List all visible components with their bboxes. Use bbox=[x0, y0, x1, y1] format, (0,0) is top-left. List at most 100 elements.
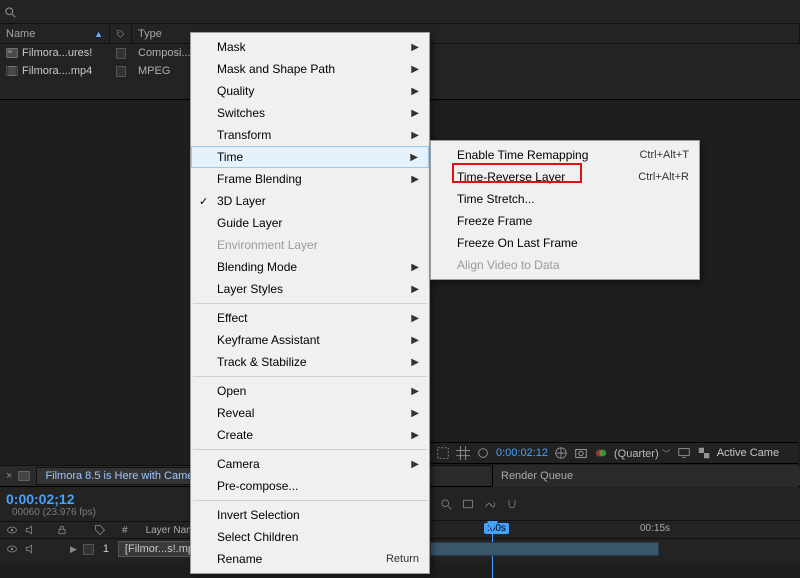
submenu-arrow-icon: ▶ bbox=[411, 42, 419, 53]
tag-icon[interactable] bbox=[94, 524, 106, 536]
menu-separator bbox=[193, 449, 427, 450]
column-name-label: Name bbox=[6, 28, 35, 40]
menu-mask-shape-path[interactable]: Mask and Shape Path▶ bbox=[191, 58, 429, 80]
submenu-arrow-icon: ▶ bbox=[411, 174, 419, 185]
ruler-tick: 00:15s bbox=[640, 523, 670, 534]
render-queue-tab[interactable]: Render Queue bbox=[501, 470, 573, 482]
menu-select-children[interactable]: Select Children bbox=[191, 526, 429, 548]
submenu-arrow-icon: ▶ bbox=[411, 130, 419, 141]
channels-icon[interactable] bbox=[594, 446, 608, 460]
submenu-freeze-frame[interactable]: Freeze Frame bbox=[431, 210, 699, 232]
display-icon[interactable] bbox=[677, 446, 691, 460]
menu-layer-styles[interactable]: Layer Styles▶ bbox=[191, 278, 429, 300]
tag-swatch[interactable] bbox=[116, 48, 126, 59]
submenu-arrow-icon: ▶ bbox=[411, 335, 419, 346]
submenu-arrow-icon: ▶ bbox=[411, 284, 419, 295]
menu-time[interactable]: Time▶ bbox=[191, 146, 429, 168]
graph-editor-icon[interactable] bbox=[484, 498, 496, 510]
menu-3d-layer[interactable]: ✓3D Layer bbox=[191, 190, 429, 212]
submenu-arrow-icon: ▶ bbox=[411, 108, 419, 119]
menu-keyframe-assistant[interactable]: Keyframe Assistant▶ bbox=[191, 329, 429, 351]
ruler-tick-current: :00s bbox=[484, 523, 509, 534]
composition-icon bbox=[18, 470, 30, 482]
project-search-input[interactable] bbox=[20, 5, 180, 19]
layer-color-swatch[interactable] bbox=[83, 544, 94, 555]
menu-invert-selection[interactable]: Invert Selection bbox=[191, 504, 429, 526]
column-type-label: Type bbox=[138, 28, 162, 40]
submenu-arrow-icon: ▶ bbox=[411, 408, 419, 419]
menu-track-stabilize[interactable]: Track & Stabilize▶ bbox=[191, 351, 429, 373]
menu-transform[interactable]: Transform▶ bbox=[191, 124, 429, 146]
asset-type: MPEG bbox=[132, 65, 176, 77]
timeline-right-pane: :00s 00:15s bbox=[430, 487, 800, 561]
menu-effect[interactable]: Effect▶ bbox=[191, 307, 429, 329]
track-area[interactable] bbox=[430, 539, 800, 561]
composition-icon bbox=[6, 47, 18, 59]
viewer-controls: 0:00:02:12 (Quarter) ﹀ Active Came bbox=[430, 442, 798, 464]
tag-icon bbox=[116, 29, 125, 39]
roi-icon[interactable] bbox=[436, 446, 450, 460]
menu-camera[interactable]: Camera▶ bbox=[191, 453, 429, 475]
layer-context-menu: Mask▶ Mask and Shape Path▶ Quality▶ Swit… bbox=[190, 32, 430, 574]
fps-readout: 00060 (23.976 fps) bbox=[12, 507, 96, 518]
asset-type: Composi... bbox=[132, 47, 197, 59]
menu-reveal[interactable]: Reveal▶ bbox=[191, 402, 429, 424]
time-submenu: Enable Time RemappingCtrl+Alt+T Time-Rev… bbox=[430, 140, 700, 280]
layer-clip-bar[interactable] bbox=[430, 542, 659, 556]
speaker-icon[interactable] bbox=[24, 524, 36, 536]
column-tag[interactable] bbox=[110, 24, 132, 43]
active-camera-dropdown[interactable]: Active Came bbox=[717, 447, 779, 459]
column-name[interactable]: Name ▲ bbox=[0, 24, 110, 43]
menu-frame-blending[interactable]: Frame Blending▶ bbox=[191, 168, 429, 190]
shortcut-label: Return bbox=[386, 553, 419, 565]
submenu-freeze-last-frame[interactable]: Freeze On Last Frame bbox=[431, 232, 699, 254]
check-icon: ✓ bbox=[199, 195, 208, 208]
menu-separator bbox=[193, 376, 427, 377]
menu-environment-layer: Environment Layer bbox=[191, 234, 429, 256]
submenu-time-stretch[interactable]: Time Stretch... bbox=[431, 188, 699, 210]
menu-separator bbox=[193, 303, 427, 304]
transparency-icon[interactable] bbox=[697, 446, 711, 460]
video-file-icon bbox=[6, 65, 18, 77]
submenu-enable-time-remapping[interactable]: Enable Time RemappingCtrl+Alt+T bbox=[431, 144, 699, 166]
viewer-timecode[interactable]: 0:00:02:12 bbox=[496, 447, 548, 459]
menu-switches[interactable]: Switches▶ bbox=[191, 102, 429, 124]
submenu-arrow-icon: ▶ bbox=[411, 386, 419, 397]
submenu-arrow-icon: ▶ bbox=[411, 313, 419, 324]
layer-index: 1 bbox=[100, 543, 112, 555]
submenu-arrow-icon: ▶ bbox=[411, 64, 419, 75]
menu-precompose[interactable]: Pre-compose... bbox=[191, 475, 429, 497]
grid-icon[interactable] bbox=[456, 446, 470, 460]
composition-tab[interactable]: Filmora 8.5 is Here with Came bbox=[36, 467, 202, 485]
eye-icon[interactable] bbox=[6, 524, 18, 536]
submenu-arrow-icon: ▶ bbox=[411, 357, 419, 368]
submenu-arrow-icon: ▶ bbox=[411, 262, 419, 273]
menu-quality[interactable]: Quality▶ bbox=[191, 80, 429, 102]
submenu-time-reverse-layer[interactable]: Time-Reverse LayerCtrl+Alt+R bbox=[431, 166, 699, 188]
shutter-icon[interactable] bbox=[554, 446, 568, 460]
menu-create[interactable]: Create▶ bbox=[191, 424, 429, 446]
mask-toggle-icon[interactable] bbox=[476, 446, 490, 460]
snapping-icon[interactable] bbox=[506, 498, 518, 510]
eye-icon[interactable] bbox=[6, 543, 18, 555]
submenu-align-video-to-data: Align Video to Data bbox=[431, 254, 699, 276]
menu-mask[interactable]: Mask▶ bbox=[191, 36, 429, 58]
menu-rename[interactable]: RenameReturn bbox=[191, 548, 429, 570]
time-ruler[interactable]: :00s 00:15s bbox=[430, 521, 800, 539]
resolution-dropdown[interactable]: (Quarter) ﹀ bbox=[614, 447, 671, 460]
menu-blending-mode[interactable]: Blending Mode▶ bbox=[191, 256, 429, 278]
menu-guide-layer[interactable]: Guide Layer bbox=[191, 212, 429, 234]
current-timecode[interactable]: 0:00:02;12 bbox=[6, 491, 96, 507]
chevron-down-icon: ﹀ bbox=[662, 449, 671, 459]
submenu-arrow-icon: ▶ bbox=[410, 152, 418, 163]
menu-open[interactable]: Open▶ bbox=[191, 380, 429, 402]
project-search-row bbox=[0, 0, 800, 24]
snapshot-icon[interactable] bbox=[574, 446, 588, 460]
lock-icon[interactable] bbox=[56, 524, 68, 536]
tag-swatch[interactable] bbox=[116, 66, 126, 77]
search-icon[interactable] bbox=[440, 498, 452, 510]
submenu-arrow-icon: ▶ bbox=[411, 430, 419, 441]
twirl-icon[interactable]: ▶ bbox=[70, 544, 77, 555]
speaker-icon[interactable] bbox=[24, 543, 36, 555]
composition-mini-icon[interactable] bbox=[462, 498, 474, 510]
